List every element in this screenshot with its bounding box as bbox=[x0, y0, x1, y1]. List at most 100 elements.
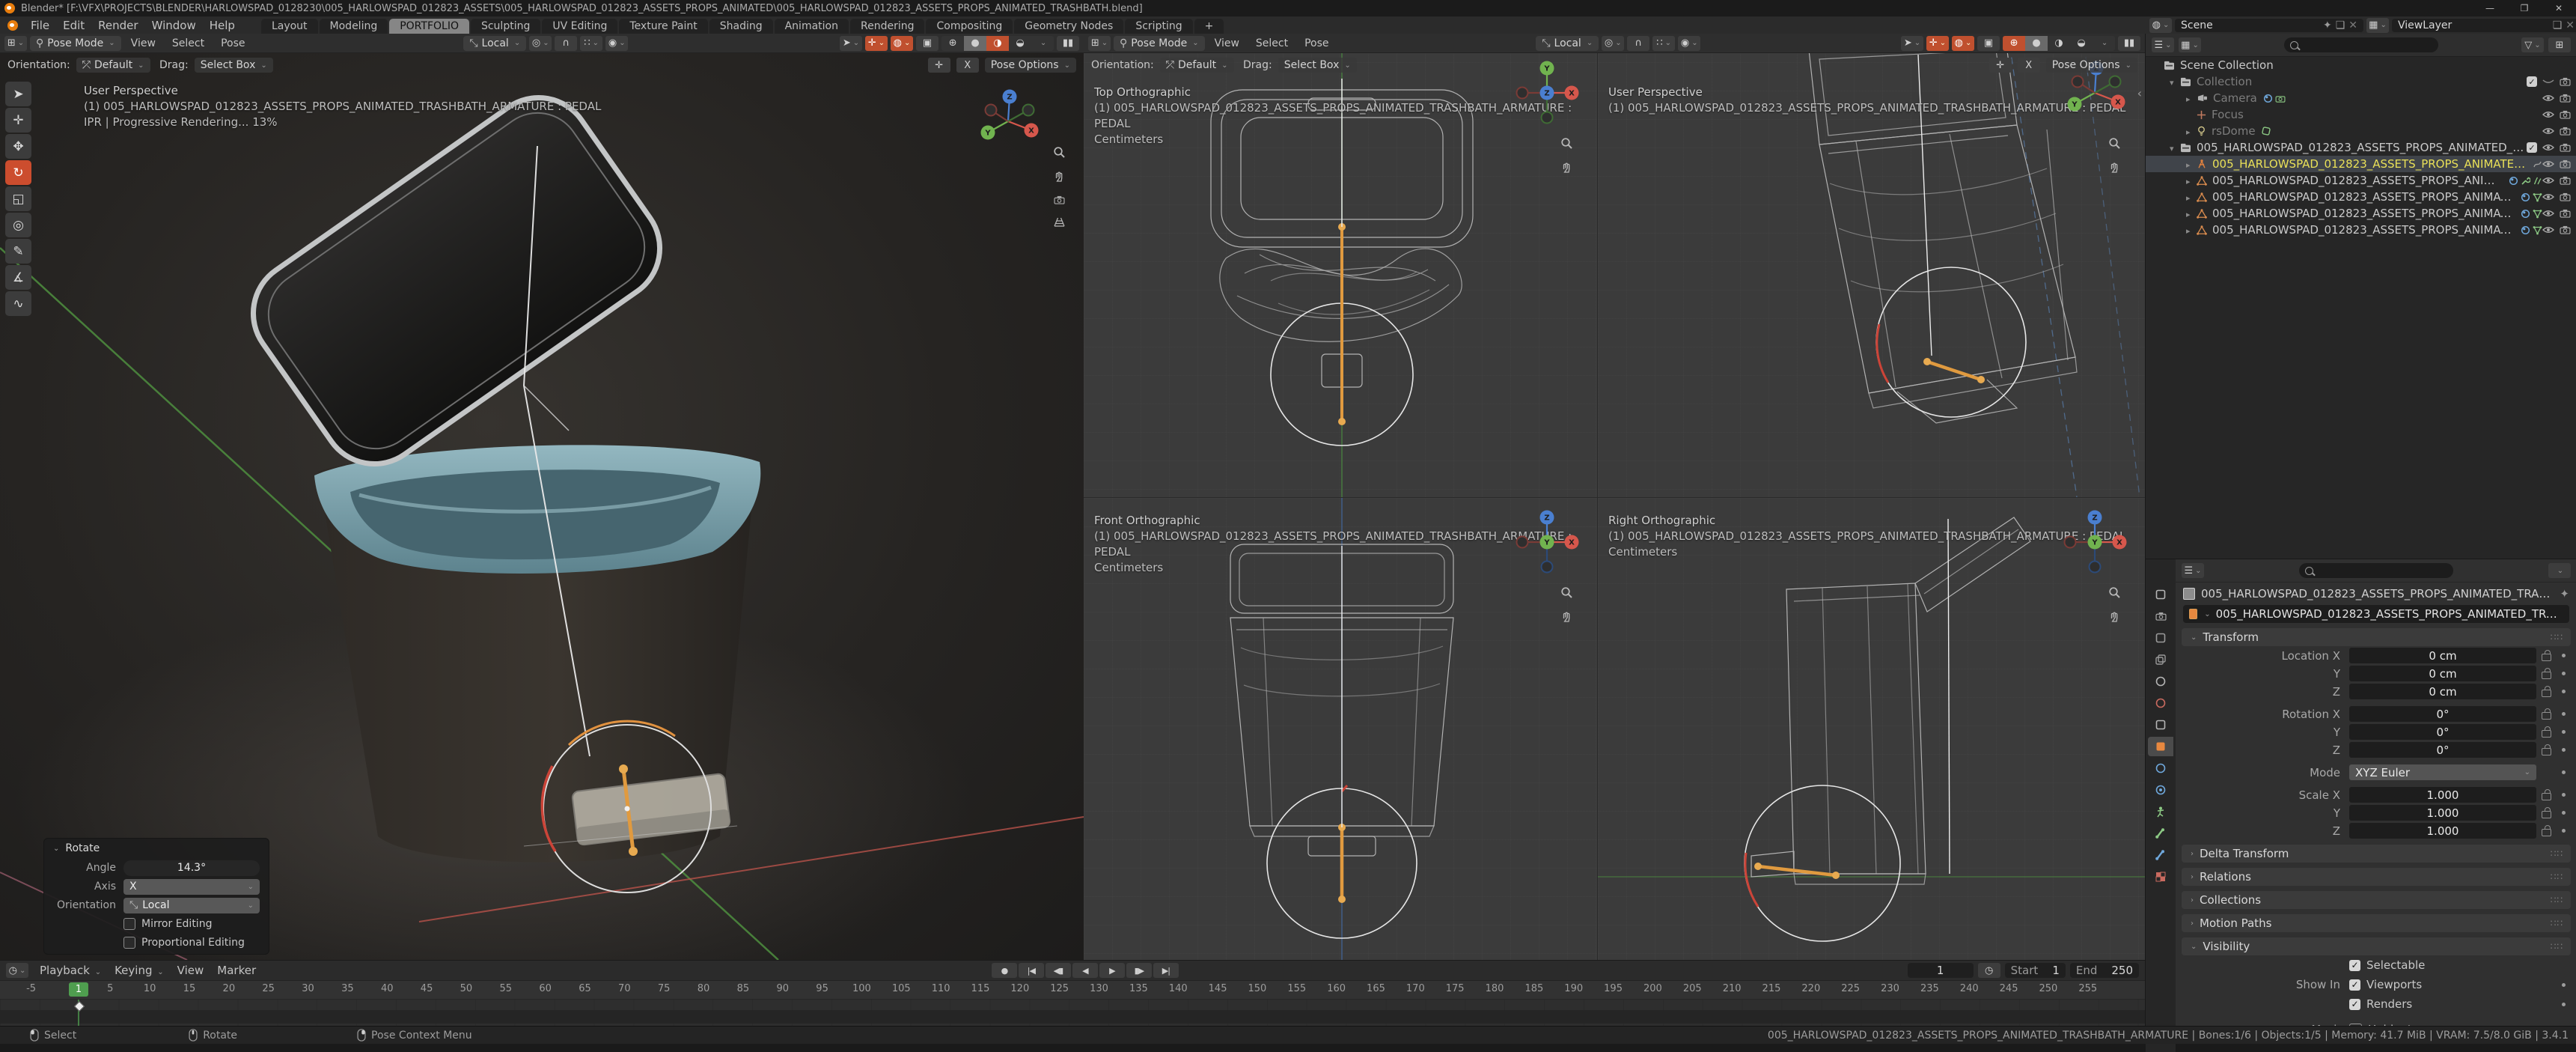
panel-header-relations[interactable]: › Relations ∷∷ bbox=[2182, 868, 2571, 886]
display-mode-icon[interactable]: ▦ ⌄ bbox=[2179, 37, 2201, 52]
zoom-icon[interactable] bbox=[1053, 146, 1066, 159]
outliner-search-input[interactable] bbox=[2284, 37, 2438, 52]
hide-eye-icon[interactable] bbox=[2542, 94, 2554, 102]
tool-rotate[interactable]: ↻ bbox=[5, 160, 31, 185]
properties-tab-scene[interactable] bbox=[2148, 672, 2173, 691]
shading-wireframe-icon[interactable]: ⊕ bbox=[2003, 35, 2026, 51]
workspace-tab-rendering[interactable]: Rendering bbox=[849, 19, 925, 34]
shading-wireframe-icon[interactable]: ⊕ bbox=[941, 35, 965, 51]
menu-edit[interactable]: Edit bbox=[56, 17, 91, 34]
hide-eye-closed-icon[interactable] bbox=[2542, 78, 2554, 85]
pose-options-dropdown[interactable]: Pose Options ⌄ bbox=[984, 58, 1076, 73]
quadrant-user-persp[interactable]: ‹ User Perspective (1) 005_HARLOWSPAD_012… bbox=[1598, 34, 2145, 497]
outliner-row[interactable]: Focus bbox=[2146, 106, 2576, 123]
tool-move[interactable]: ✥ bbox=[5, 134, 31, 159]
outliner-row[interactable]: ▸ 005_HARLOWSPAD_012823_ASSETS_PROPS_ANIM… bbox=[2146, 189, 2576, 205]
nav-gizmo[interactable]: Z X Y bbox=[2061, 508, 2128, 576]
properties-tab-world[interactable] bbox=[2148, 693, 2173, 713]
disable-render-icon[interactable] bbox=[2560, 176, 2571, 185]
workspace-tab-modeling[interactable]: Modeling bbox=[319, 19, 388, 34]
pause-ipr-button[interactable]: ▮▮ bbox=[1057, 35, 1080, 51]
sidebar-collapse-arrow[interactable]: ‹ bbox=[2137, 86, 2142, 100]
lock-icon[interactable] bbox=[2541, 807, 2551, 818]
pivot-point-icon[interactable]: ◎ ⌄ bbox=[1602, 35, 1625, 51]
disable-render-icon[interactable] bbox=[2560, 192, 2571, 201]
workspace-tab-scripting[interactable]: Scripting bbox=[1125, 19, 1193, 34]
workspace-tab-sculpting[interactable]: Sculpting bbox=[470, 19, 541, 34]
field-value[interactable]: 0 cm bbox=[2349, 684, 2536, 699]
expand-caret-icon[interactable]: ▸ bbox=[2186, 190, 2197, 204]
delete-scene-icon[interactable]: ✕ bbox=[2348, 19, 2357, 31]
expand-caret-icon[interactable]: ▾ bbox=[2170, 75, 2180, 88]
show-gizmo-icon[interactable]: ✛ ⌄ bbox=[1926, 35, 1950, 51]
tool-cursor[interactable]: ✛ bbox=[5, 108, 31, 133]
workspace-tab-geometry-nodes[interactable]: Geometry Nodes bbox=[1014, 19, 1124, 34]
rotate-panel-header[interactable]: ⌄ Rotate bbox=[44, 839, 269, 858]
animate-dot-icon[interactable] bbox=[2561, 690, 2566, 693]
delete-viewlayer-icon[interactable]: ✕ bbox=[2566, 19, 2575, 31]
lock-icon[interactable] bbox=[2541, 825, 2551, 836]
quadrant-front-ortho[interactable]: Front Orthographic (1) 005_HARLOWSPAD_012… bbox=[1084, 498, 1597, 960]
animate-dot-icon[interactable] bbox=[2561, 672, 2566, 675]
nav-gizmo[interactable]: Z X Y bbox=[1513, 508, 1581, 576]
field-value[interactable]: 0° bbox=[2349, 724, 2536, 740]
x-axis-button[interactable]: X bbox=[2017, 58, 2040, 73]
snap-magnet-icon[interactable]: ∩ bbox=[555, 35, 578, 51]
panel-header-motion-paths[interactable]: › Motion Paths ∷∷ bbox=[2182, 914, 2571, 932]
tool-transform[interactable]: ◎ bbox=[5, 213, 31, 237]
snap-magnet-icon[interactable]: ∩ bbox=[1627, 35, 1650, 51]
properties-tab-bone-constraint[interactable] bbox=[2148, 845, 2173, 865]
shading-material-icon[interactable]: ◑ bbox=[2048, 35, 2071, 51]
nav-gizmo[interactable]: Z Y X bbox=[974, 88, 1042, 155]
menu-pose[interactable]: Pose bbox=[1298, 36, 1335, 51]
animate-dot-icon[interactable] bbox=[2561, 1002, 2566, 1006]
expand-caret-icon[interactable]: ▸ bbox=[2186, 124, 2197, 138]
field-value[interactable]: 0° bbox=[2349, 706, 2536, 722]
use-preview-range-icon[interactable]: ◷ bbox=[1977, 963, 2000, 978]
properties-tab-object[interactable] bbox=[2148, 737, 2173, 756]
properties-search-input[interactable] bbox=[2299, 563, 2453, 578]
timeline-menu-view[interactable]: View bbox=[171, 962, 211, 979]
proportional-editing-icon[interactable]: ◉ ⌄ bbox=[1678, 35, 1701, 51]
hide-eye-icon[interactable] bbox=[2542, 111, 2554, 118]
play-reverse-button[interactable]: ◀ bbox=[1072, 963, 1098, 978]
show-overlays-icon[interactable]: ◍ ⌄ bbox=[891, 35, 914, 51]
field-value[interactable]: 1.000 bbox=[2349, 805, 2536, 821]
jump-start-button[interactable]: |◀ bbox=[1018, 963, 1044, 978]
field-value[interactable]: 1.000 bbox=[2349, 787, 2536, 803]
outliner-row[interactable]: Scene Collection bbox=[2146, 57, 2576, 73]
rotate-operator-panel[interactable]: ⌄ Rotate Angle 14.3° Axis X ⌄ Orientation ⤡ Lo… bbox=[43, 838, 269, 955]
field-value[interactable]: 1.000 bbox=[2349, 823, 2536, 839]
menu-view[interactable]: View bbox=[124, 36, 162, 51]
blender-menu-icon[interactable] bbox=[7, 19, 18, 31]
expand-caret-icon[interactable]: ▸ bbox=[2186, 207, 2197, 220]
shading-rendered-icon[interactable]: ◒ bbox=[2070, 35, 2093, 51]
properties-tab-collection[interactable] bbox=[2148, 715, 2173, 735]
scene-browse-icon[interactable]: ◍ ⌄ bbox=[2149, 17, 2172, 33]
hide-eye-icon[interactable] bbox=[2542, 127, 2554, 135]
transform-orientation-dropdown[interactable]: ⤡ Local ⌄ bbox=[463, 35, 527, 51]
workspace-tab-texture-paint[interactable]: Texture Paint bbox=[619, 19, 708, 34]
disable-render-icon[interactable] bbox=[2560, 143, 2571, 152]
tool-tweak[interactable]: ➤ bbox=[5, 82, 31, 106]
viewport-main[interactable]: ⊞ ⌄ ⚲ Pose Mode ⌄ View Select Pose ⤡ Local ⌄ ◎ ⌄ ∩ ∷ ⌄ ◉… bbox=[0, 34, 1084, 960]
current-frame-marker[interactable]: 1 bbox=[69, 982, 88, 997]
mirror-axis-icon[interactable]: ✛ bbox=[1989, 58, 2012, 73]
selectability-visibility-icon[interactable]: ➤ ⌄ bbox=[840, 35, 863, 51]
hide-eye-icon[interactable] bbox=[2542, 177, 2554, 184]
disable-render-icon[interactable] bbox=[2560, 225, 2571, 234]
hide-eye-icon[interactable] bbox=[2542, 144, 2554, 151]
animate-dot-icon[interactable] bbox=[2561, 829, 2566, 833]
toggle-xray-icon[interactable]: ▣ bbox=[916, 35, 939, 51]
prev-keyframe-button[interactable]: ◀▮ bbox=[1045, 963, 1071, 978]
properties-tab-render[interactable] bbox=[2148, 606, 2173, 626]
zoom-icon[interactable] bbox=[2108, 586, 2121, 599]
editor-type-icon[interactable]: ⊞ ⌄ bbox=[4, 35, 27, 51]
tool-measure[interactable]: ∡ bbox=[5, 265, 31, 290]
show-in-renders-checkbox[interactable]: ✓ bbox=[2349, 998, 2360, 1010]
proportional-editing-checkbox[interactable] bbox=[123, 937, 135, 949]
properties-tab-tool[interactable] bbox=[2148, 585, 2173, 604]
current-frame-field[interactable]: 1 bbox=[1907, 963, 1974, 978]
show-gizmo-icon[interactable]: ✛ ⌄ bbox=[865, 35, 888, 51]
lock-icon[interactable] bbox=[2541, 744, 2551, 755]
